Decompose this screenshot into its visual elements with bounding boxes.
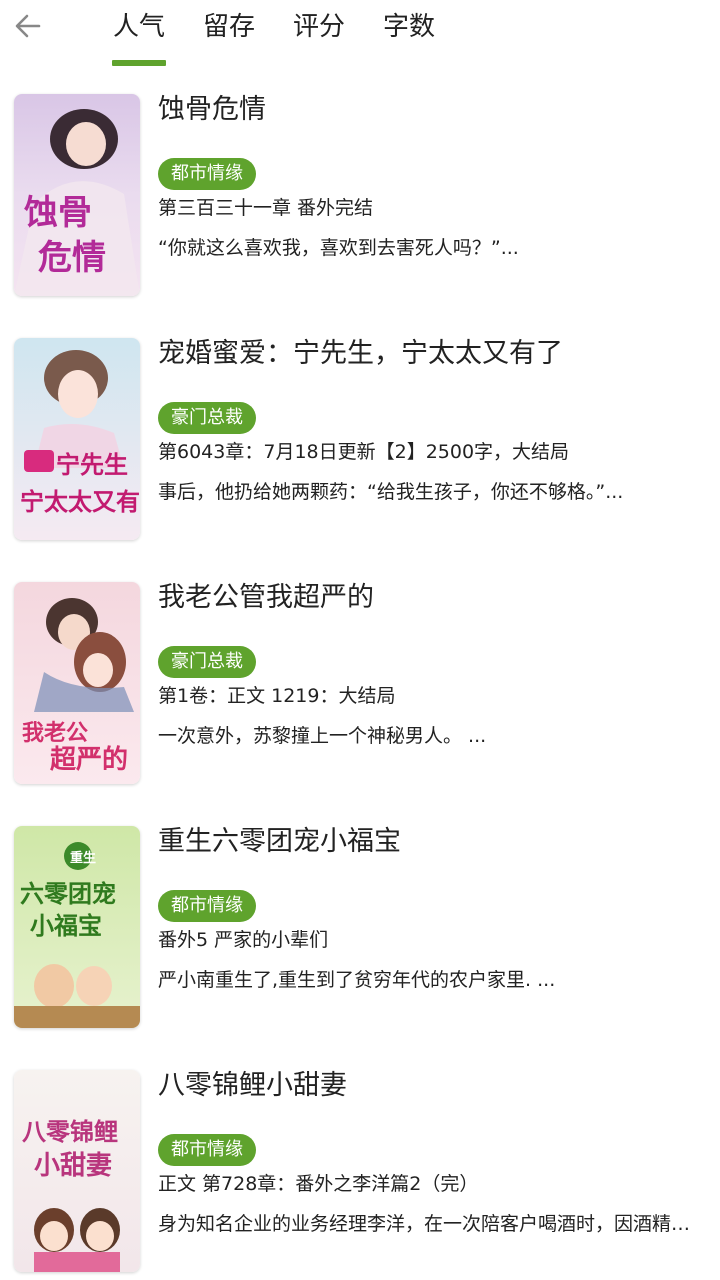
book-cover[interactable]: 蚀骨 危情 [14, 94, 140, 296]
tab-label: 留存 [202, 12, 255, 42]
book-description: 一次意外，苏黎撞上一个神秘男人。 ... [158, 725, 487, 747]
book-info: 蚀骨危情 都市情缘 第三百三十一章 番外完结 “你就这么喜欢我，喜欢到去害死人吗… [158, 88, 706, 262]
back-button[interactable] [8, 6, 48, 46]
book-title[interactable]: 八零锦鲤小甜妻 [158, 1068, 706, 1108]
book-item[interactable]: 重生 六零团宠 小福宝 重生六零团宠小福宝 都市情缘 番外5 严家的小辈们 严小… [0, 820, 720, 1064]
tab-rating[interactable]: 评分 [284, 0, 374, 72]
tab-popularity[interactable]: 人气 [104, 0, 194, 72]
svg-text:小甜妻: 小甜妻 [34, 1151, 112, 1181]
book-title[interactable]: 重生六零团宠小福宝 [158, 824, 706, 864]
latest-chapter: 第6043章：7月18日更新【2】2500字，大结局 [158, 441, 570, 463]
book-description: 严小南重生了,重生到了贫穷年代的农户家里. ... [158, 969, 556, 991]
book-cover[interactable]: 宁先生 宁太太又有了 [14, 338, 140, 540]
book-cover[interactable]: 我老公 超严的 [14, 582, 140, 784]
top-bar: 人气 留存 评分 字数 [0, 0, 720, 72]
book-item[interactable]: 八零锦鲤 小甜妻 八零锦鲤小甜妻 都市情缘 正文 第728章：番外之李洋篇2（完… [0, 1064, 720, 1280]
book-cover-image: 八零锦鲤 小甜妻 [14, 1070, 140, 1272]
book-item[interactable]: 我老公 超严的 我老公管我超严的 豪门总裁 第1卷：正文 1219：大结局 一次… [0, 576, 720, 820]
tab-retention[interactable]: 留存 [194, 0, 284, 72]
cover-title-text: 蚀骨 [24, 193, 92, 233]
book-info: 宠婚蜜爱：宁先生，宁太太又有了 豪门总裁 第6043章：7月18日更新【2】25… [158, 332, 706, 506]
book-cover[interactable]: 重生 六零团宠 小福宝 [14, 826, 140, 1028]
active-tab-indicator [112, 60, 166, 66]
svg-text:超严的: 超严的 [50, 744, 128, 775]
book-item[interactable]: 蚀骨 危情 蚀骨危情 都市情缘 第三百三十一章 番外完结 “你就这么喜欢我，喜欢… [0, 88, 720, 332]
book-cover-image: 宁先生 宁太太又有了 [14, 338, 140, 540]
genre-tag: 都市情缘 [158, 1134, 256, 1166]
book-list: 蚀骨 危情 蚀骨危情 都市情缘 第三百三十一章 番外完结 “你就这么喜欢我，喜欢… [0, 88, 720, 1280]
book-info: 我老公管我超严的 豪门总裁 第1卷：正文 1219：大结局 一次意外，苏黎撞上一… [158, 576, 706, 750]
svg-text:小福宝: 小福宝 [30, 912, 102, 940]
tab-word-count[interactable]: 字数 [374, 0, 464, 72]
latest-chapter: 正文 第728章：番外之李洋篇2（完） [158, 1173, 479, 1195]
tab-label: 字数 [382, 12, 435, 42]
svg-text:重生: 重生 [70, 850, 96, 866]
book-cover-image: 我老公 超严的 [14, 582, 140, 784]
book-title[interactable]: 宠婚蜜爱：宁先生，宁太太又有了 [158, 336, 706, 376]
book-cover-image: 重生 六零团宠 小福宝 [14, 826, 140, 1028]
book-title[interactable]: 蚀骨危情 [158, 92, 706, 132]
svg-text:八零锦鲤: 八零锦鲤 [22, 1117, 118, 1146]
book-info: 重生六零团宠小福宝 都市情缘 番外5 严家的小辈们 严小南重生了,重生到了贫穷年… [158, 820, 706, 994]
book-info: 八零锦鲤小甜妻 都市情缘 正文 第728章：番外之李洋篇2（完） 身为知名企业的… [158, 1064, 706, 1238]
genre-tag: 都市情缘 [158, 890, 256, 922]
book-description: “你就这么喜欢我，喜欢到去害死人吗？”... [158, 237, 519, 259]
svg-text:我老公: 我老公 [22, 720, 88, 746]
svg-text:宁先生: 宁先生 [56, 450, 128, 479]
tab-label: 评分 [292, 12, 345, 42]
book-cover[interactable]: 八零锦鲤 小甜妻 [14, 1070, 140, 1272]
latest-chapter: 第1卷：正文 1219：大结局 [158, 685, 396, 707]
book-item[interactable]: 宁先生 宁太太又有了 宠婚蜜爱：宁先生，宁太太又有了 豪门总裁 第6043章：7… [0, 332, 720, 576]
book-title[interactable]: 我老公管我超严的 [158, 580, 706, 620]
book-description: 事后，他扔给她两颗药：“给我生孩子，你还不够格。”... [158, 481, 624, 503]
book-cover-image: 蚀骨 危情 [14, 94, 140, 296]
genre-tag: 都市情缘 [158, 158, 256, 190]
back-arrow-icon [15, 14, 41, 38]
svg-text:宁太太又有了: 宁太太又有了 [20, 487, 140, 516]
genre-tag: 豪门总裁 [158, 646, 256, 678]
sort-tabs: 人气 留存 评分 字数 [104, 0, 464, 72]
genre-tag: 豪门总裁 [158, 402, 256, 434]
svg-text:危情: 危情 [38, 238, 106, 278]
svg-text:六零团宠: 六零团宠 [20, 880, 116, 908]
latest-chapter: 番外5 严家的小辈们 [158, 929, 329, 951]
tab-label: 人气 [112, 12, 165, 42]
latest-chapter: 第三百三十一章 番外完结 [158, 197, 374, 219]
book-description: 身为知名企业的业务经理李洋，在一次陪客户喝酒时，因酒精摄... [158, 1213, 698, 1235]
